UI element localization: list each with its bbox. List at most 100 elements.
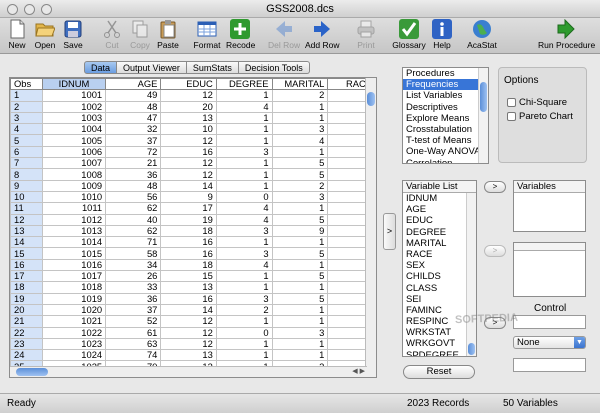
table-row[interactable]: 1610163418413 — [10, 258, 376, 272]
data-cell[interactable]: 1020 — [41, 303, 107, 317]
data-cell[interactable]: 1 — [271, 349, 329, 362]
expand-panel-button[interactable]: > — [383, 213, 396, 250]
data-cell[interactable]: 1 — [271, 258, 329, 272]
row-number-cell[interactable]: 24 — [10, 349, 43, 362]
add-variable-button[interactable]: > — [484, 181, 506, 193]
data-cell[interactable]: 1016 — [41, 258, 107, 272]
data-cell[interactable]: 12 — [160, 315, 217, 328]
table-row[interactable]: 610067216312 — [10, 145, 376, 159]
run-procedure-button[interactable]: Run Procedure — [538, 18, 595, 50]
data-cell[interactable]: 1010 — [41, 190, 107, 204]
data-cell[interactable]: 5 — [271, 213, 329, 226]
table-row[interactable]: 2010203714213 — [10, 303, 376, 317]
data-cell[interactable]: 1 — [271, 202, 329, 215]
data-cell[interactable]: 2 — [271, 179, 329, 192]
data-cell[interactable]: 37 — [105, 134, 162, 147]
checkbox-box[interactable] — [507, 112, 516, 121]
data-cell[interactable]: 1019 — [41, 292, 107, 305]
data-cell[interactable]: 37 — [105, 303, 162, 317]
control-select[interactable]: None ▼ — [513, 336, 586, 349]
column-header-degree[interactable]: DEGREE — [215, 78, 273, 91]
data-cell[interactable]: 52 — [105, 315, 162, 328]
data-cell[interactable]: 1 — [215, 111, 273, 125]
data-cell[interactable]: 10 — [160, 123, 217, 136]
procedure-item[interactable]: T-test of Means — [403, 135, 488, 146]
data-cell[interactable]: 1 — [271, 337, 329, 351]
table-row[interactable]: 1210124019452 — [10, 213, 376, 226]
row-number-cell[interactable]: 4 — [10, 123, 43, 136]
data-cell[interactable]: 13 — [160, 349, 217, 362]
variable-list-scrollbar[interactable] — [466, 193, 476, 356]
format-button[interactable]: Format — [193, 19, 221, 50]
cut-button[interactable]: Cut — [100, 19, 124, 50]
data-cell[interactable]: 5 — [271, 157, 329, 170]
data-cell[interactable]: 62 — [105, 224, 162, 238]
data-cell[interactable]: 13 — [160, 111, 217, 125]
data-cell[interactable]: 16 — [160, 236, 217, 249]
data-cell[interactable]: 1 — [215, 123, 273, 136]
data-cell[interactable]: 9 — [160, 190, 217, 204]
procedure-item[interactable]: Frequencies — [403, 79, 488, 91]
data-cell[interactable]: 1005 — [41, 134, 107, 147]
grid-horizontal-scroll-thumb[interactable] — [16, 368, 48, 376]
table-row[interactable]: 1710172615151 — [10, 270, 376, 283]
data-cell[interactable]: 1009 — [41, 179, 107, 192]
data-cell[interactable]: 1 — [215, 168, 273, 181]
row-number-cell[interactable]: 6 — [10, 145, 43, 159]
data-cell[interactable]: 3 — [271, 123, 329, 136]
data-cell[interactable]: 1023 — [41, 337, 107, 351]
tab-sumstats[interactable]: SumStats — [186, 61, 239, 74]
data-cell[interactable]: 74 — [105, 349, 162, 362]
table-row[interactable]: 710072112152 — [10, 157, 376, 170]
data-cell[interactable]: 16 — [160, 247, 217, 260]
new-button[interactable]: New — [5, 19, 29, 50]
data-cell[interactable]: 1007 — [41, 157, 107, 170]
data-cell[interactable]: 9 — [271, 224, 329, 238]
data-cell[interactable]: 26 — [105, 270, 162, 283]
data-cell[interactable]: 36 — [105, 168, 162, 181]
data-cell[interactable]: 18 — [160, 224, 217, 238]
data-cell[interactable]: 1 — [215, 89, 273, 102]
glossary-button[interactable]: Glossary — [392, 19, 426, 50]
data-cell[interactable]: 49 — [105, 89, 162, 102]
row-number-cell[interactable]: 7 — [10, 157, 43, 170]
data-cell[interactable]: 72 — [105, 145, 162, 159]
data-cell[interactable]: 1014 — [41, 236, 107, 249]
data-cell[interactable]: 1008 — [41, 168, 107, 181]
data-cell[interactable]: 13 — [160, 281, 217, 294]
data-cell[interactable]: 14 — [160, 303, 217, 317]
data-cell[interactable]: 61 — [105, 326, 162, 339]
table-row[interactable]: 1410147116112 — [10, 236, 376, 249]
data-cell[interactable]: 1 — [215, 236, 273, 249]
help-button[interactable]: Help — [431, 19, 453, 50]
procedure-item[interactable]: Descriptives — [403, 102, 488, 113]
grid-vertical-scrollbar[interactable] — [365, 78, 376, 377]
row-number-cell[interactable]: 8 — [10, 168, 43, 181]
row-number-cell[interactable]: 5 — [10, 134, 43, 147]
data-cell[interactable]: 62 — [105, 202, 162, 215]
data-cell[interactable]: 4 — [215, 213, 273, 226]
table-row[interactable]: 2110215212111 — [10, 315, 376, 328]
data-cell[interactable]: 2 — [215, 303, 273, 317]
control-variable-field[interactable] — [513, 315, 586, 329]
data-cell[interactable]: 4 — [215, 258, 273, 272]
data-cell[interactable]: 1 — [271, 145, 329, 159]
recode-button[interactable]: Recode — [226, 19, 255, 50]
table-row[interactable]: 2410247413111 — [10, 349, 376, 362]
row-number-cell[interactable]: 23 — [10, 337, 43, 351]
column-header-educ[interactable]: EDUC — [160, 78, 217, 91]
data-cell[interactable]: 19 — [160, 213, 217, 226]
data-cell[interactable]: 20 — [160, 100, 217, 113]
data-cell[interactable]: 0 — [215, 190, 273, 204]
chi-square-checkbox[interactable]: Chi-Square — [507, 97, 567, 108]
row-number-cell[interactable]: 9 — [10, 179, 43, 192]
column-header-age[interactable]: AGE — [105, 78, 162, 91]
row-number-cell[interactable]: 11 — [10, 202, 43, 215]
data-grid[interactable]: Obs IDNUM AGE EDUC DEGREE MARITAL RACE 1 1001 49… — [9, 77, 377, 378]
tab-output-viewer[interactable]: Output Viewer — [117, 61, 187, 74]
tab-decision-tools[interactable]: Decision Tools — [238, 61, 310, 74]
data-cell[interactable]: 12 — [160, 168, 217, 181]
data-cell[interactable]: 1013 — [41, 224, 107, 238]
data-cell[interactable]: 4 — [271, 134, 329, 147]
save-button[interactable]: Save — [61, 19, 85, 50]
